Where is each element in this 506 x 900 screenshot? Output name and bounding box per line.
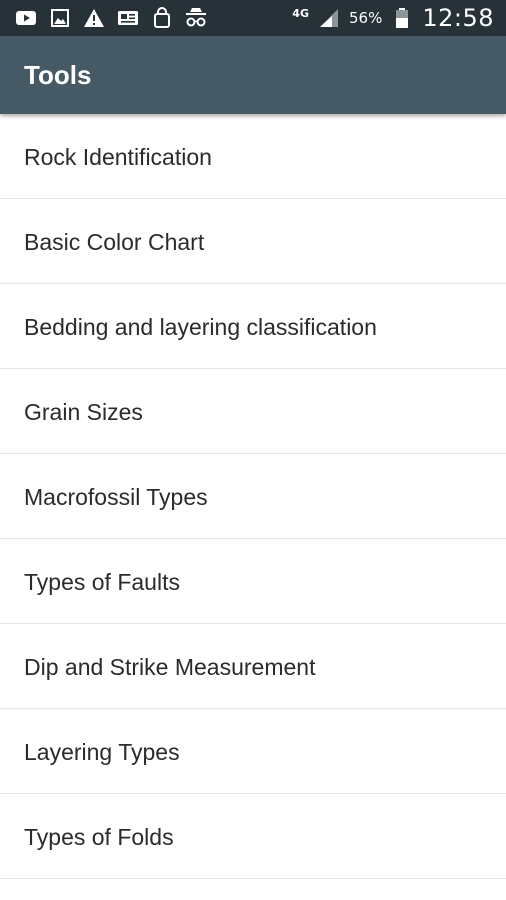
- list-item-rock-identification[interactable]: Rock Identification: [0, 114, 506, 199]
- news-icon: [116, 6, 140, 30]
- notification-icons: [14, 0, 208, 36]
- list-item-types-of-faults[interactable]: Types of Faults: [0, 539, 506, 624]
- network-type-label: 4G: [292, 6, 309, 20]
- list-item-grain-sizes[interactable]: Grain Sizes: [0, 369, 506, 454]
- list-item-label: Dip and Strike Measurement: [24, 653, 316, 680]
- list-item-label: Layering Types: [24, 738, 180, 765]
- list-item-bedding-layering[interactable]: Bedding and layering classification: [0, 284, 506, 369]
- app-bar: Tools: [0, 36, 506, 114]
- battery-icon: [390, 6, 414, 30]
- shopping-bag-icon: [150, 6, 174, 30]
- warning-icon: [82, 6, 106, 30]
- incognito-icon: [184, 6, 208, 30]
- list-item-label: Types of Folds: [24, 823, 174, 850]
- page-title: Tools: [24, 59, 92, 90]
- status-bar: 4G 56% 12:58: [0, 0, 506, 36]
- youtube-icon: [14, 6, 38, 30]
- list-item-label: Macrofossil Types: [24, 483, 208, 510]
- tools-list: Rock Identification Basic Color Chart Be…: [0, 114, 506, 879]
- list-item-dip-strike[interactable]: Dip and Strike Measurement: [0, 624, 506, 709]
- clock: 12:58: [422, 4, 494, 32]
- list-item-label: Types of Faults: [24, 568, 180, 595]
- image-icon: [48, 6, 72, 30]
- screen: 4G 56% 12:58 Tools Rock Identification B…: [0, 0, 506, 900]
- list-item-macrofossil-types[interactable]: Macrofossil Types: [0, 454, 506, 539]
- battery-percent: 56%: [348, 9, 383, 27]
- system-status: 4G 56% 12:58: [292, 0, 494, 36]
- list-item-layering-types[interactable]: Layering Types: [0, 709, 506, 794]
- list-item-label: Rock Identification: [24, 143, 212, 170]
- list-item-label: Bedding and layering classification: [24, 313, 377, 340]
- list-item-label: Grain Sizes: [24, 398, 143, 425]
- list-item-label: Basic Color Chart: [24, 228, 205, 255]
- list-item-types-of-folds[interactable]: Types of Folds: [0, 794, 506, 879]
- signal-icon: [317, 6, 341, 30]
- list-item-basic-color-chart[interactable]: Basic Color Chart: [0, 199, 506, 284]
